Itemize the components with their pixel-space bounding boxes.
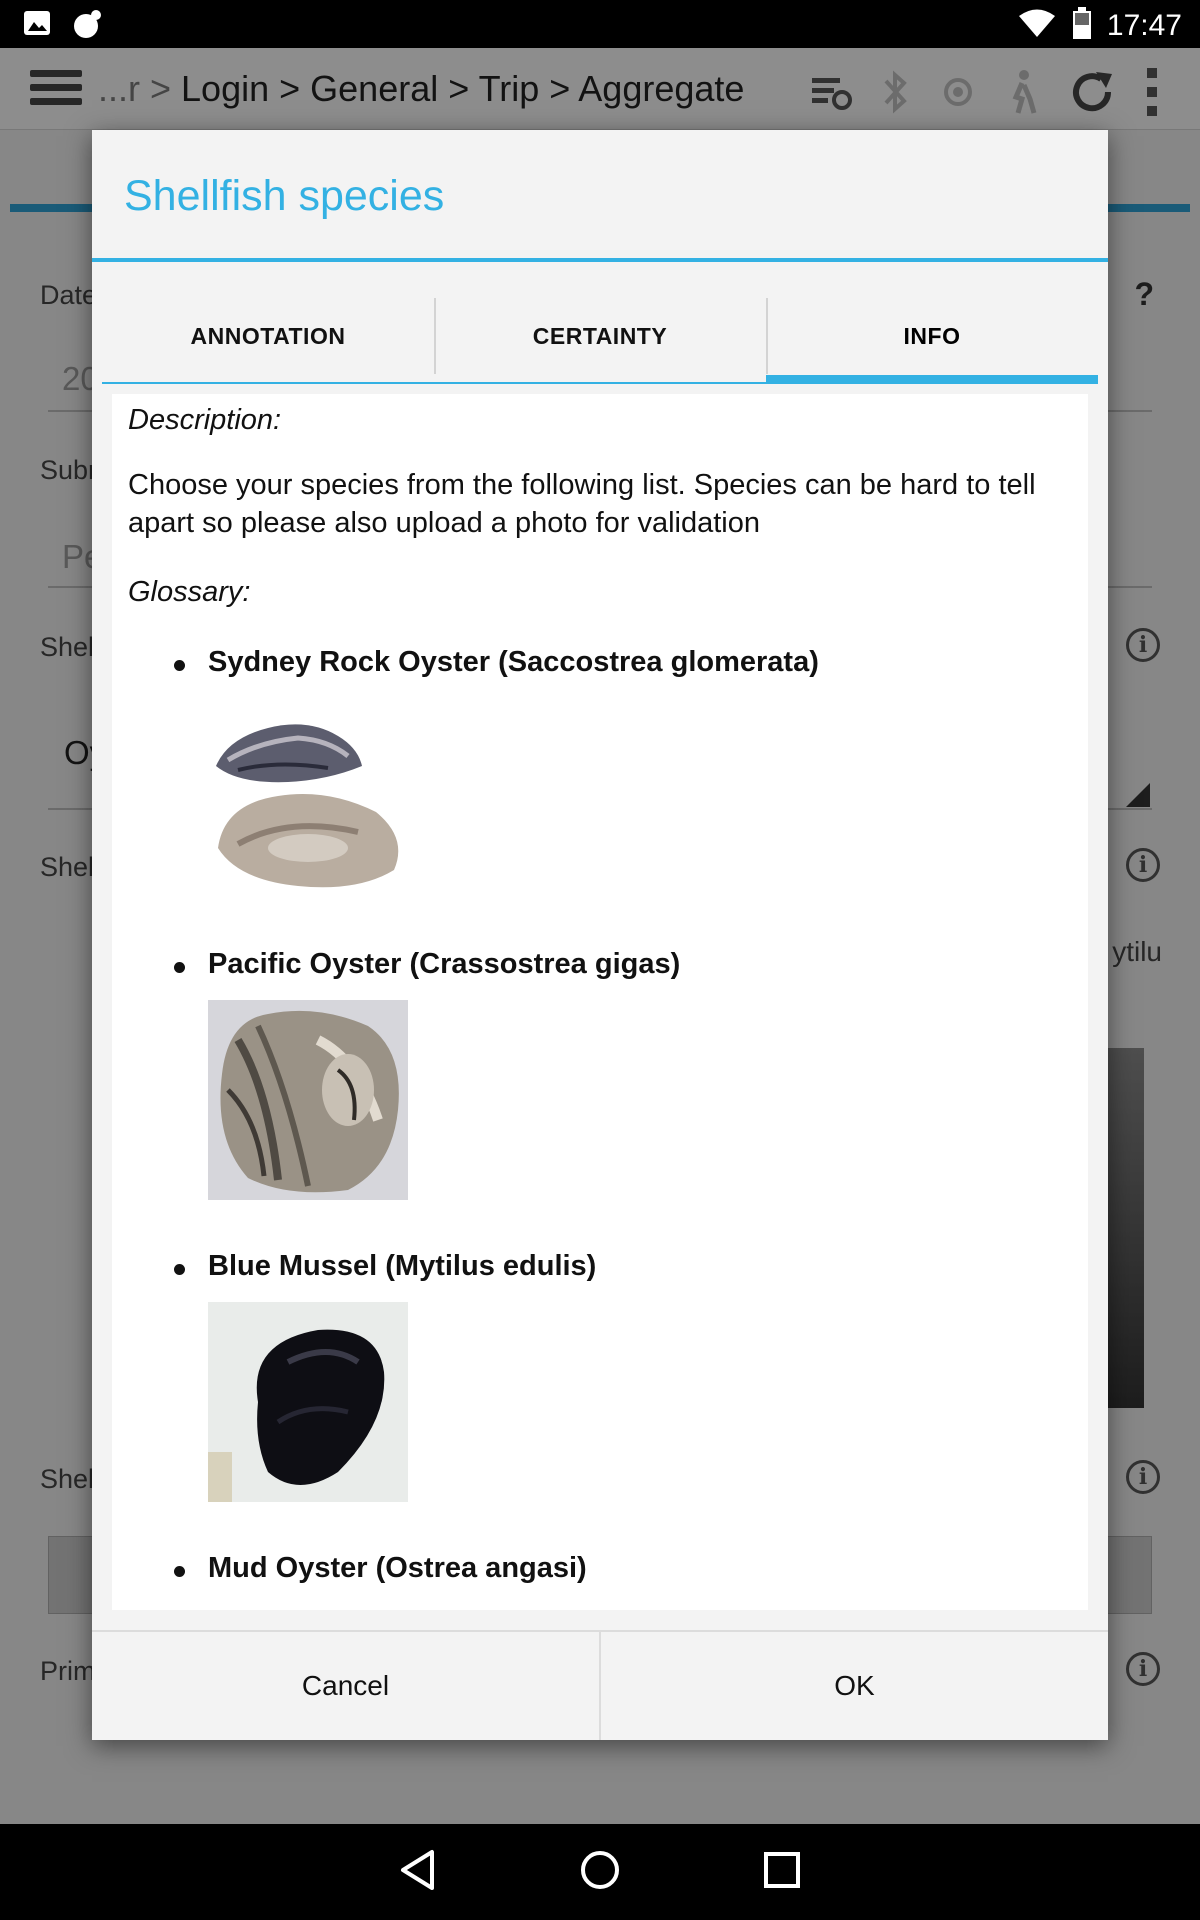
tab-info[interactable]: INFO [766,288,1098,384]
info-content-scroll[interactable]: Description: Choose your species from th… [112,394,1088,1610]
wifi-icon [1017,7,1057,44]
dialog-title: Shellfish species [124,172,445,220]
tab-underline [434,382,766,384]
species-name: Pacific Oyster (Crassostrea gigas) [208,948,681,980]
species-name: Blue Mussel (Mytilus edulis) [208,1250,597,1282]
status-bar: 17:47 [0,0,1200,48]
clock: 17:47 [1106,8,1182,42]
ok-button[interactable]: OK [599,1632,1108,1740]
description-text: Choose your species from the following l… [128,469,1036,539]
home-icon[interactable] [578,1848,622,1897]
dialog-button-bar: Cancel OK [92,1630,1108,1740]
title-divider [92,258,1108,262]
pacific-oyster-photo [208,1000,408,1200]
bullet [174,1566,185,1577]
notification-app-icon [72,8,104,45]
recents-icon[interactable] [762,1850,802,1895]
tab-certainty[interactable]: CERTAINTY [434,288,766,384]
tab-label: CERTAINTY [532,322,668,349]
glossary-label: Glossary: [128,576,251,608]
tab-label: INFO [903,322,961,349]
tab-label: ANNOTATION [190,322,346,349]
navigation-bar [0,1824,1200,1920]
bullet [174,1264,185,1275]
tab-underline [102,382,434,384]
back-icon[interactable] [398,1848,438,1897]
species-name: Sydney Rock Oyster (Saccostrea glomerata… [208,646,819,678]
shellfish-species-dialog: Shellfish species ANNOTATION CERTAINTY I… [92,130,1108,1740]
battery-icon [1071,6,1093,45]
bullet [174,660,185,671]
tab-annotation[interactable]: ANNOTATION [102,288,434,384]
image-icon [22,8,52,45]
cancel-button[interactable]: Cancel [92,1632,599,1740]
tab-active-indicator [766,375,1098,384]
blue-mussel-photo [208,1302,408,1502]
dialog-tabs: ANNOTATION CERTAINTY INFO [102,288,1098,384]
sydney-rock-oyster-photo [208,708,408,908]
species-name: Mud Oyster (Ostrea angasi) [208,1552,587,1584]
bullet [174,962,185,973]
description-label: Description: [128,404,282,436]
